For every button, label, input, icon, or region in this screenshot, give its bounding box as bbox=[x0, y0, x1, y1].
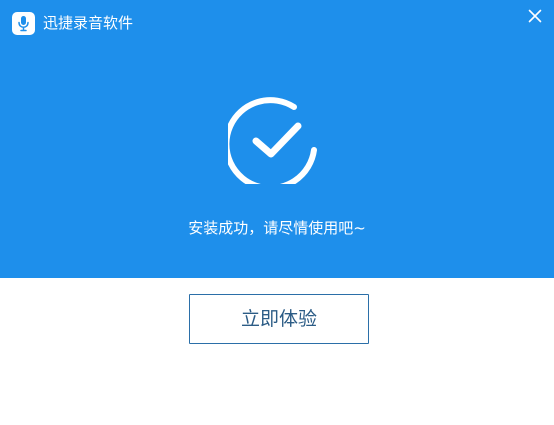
app-title: 迅捷录音软件 bbox=[43, 14, 134, 32]
close-button[interactable] bbox=[526, 7, 544, 25]
installer-window: 迅捷录音软件 安装成功，请尽情使用吧~ 立即体验 bbox=[0, 0, 554, 425]
microphone-icon bbox=[12, 12, 35, 35]
try-now-button[interactable]: 立即体验 bbox=[189, 294, 369, 344]
close-icon bbox=[528, 9, 542, 23]
success-message: 安装成功，请尽情使用吧~ bbox=[188, 219, 366, 237]
success-header: 迅捷录音软件 安装成功，请尽情使用吧~ bbox=[0, 0, 554, 278]
check-circle-icon bbox=[228, 97, 317, 184]
